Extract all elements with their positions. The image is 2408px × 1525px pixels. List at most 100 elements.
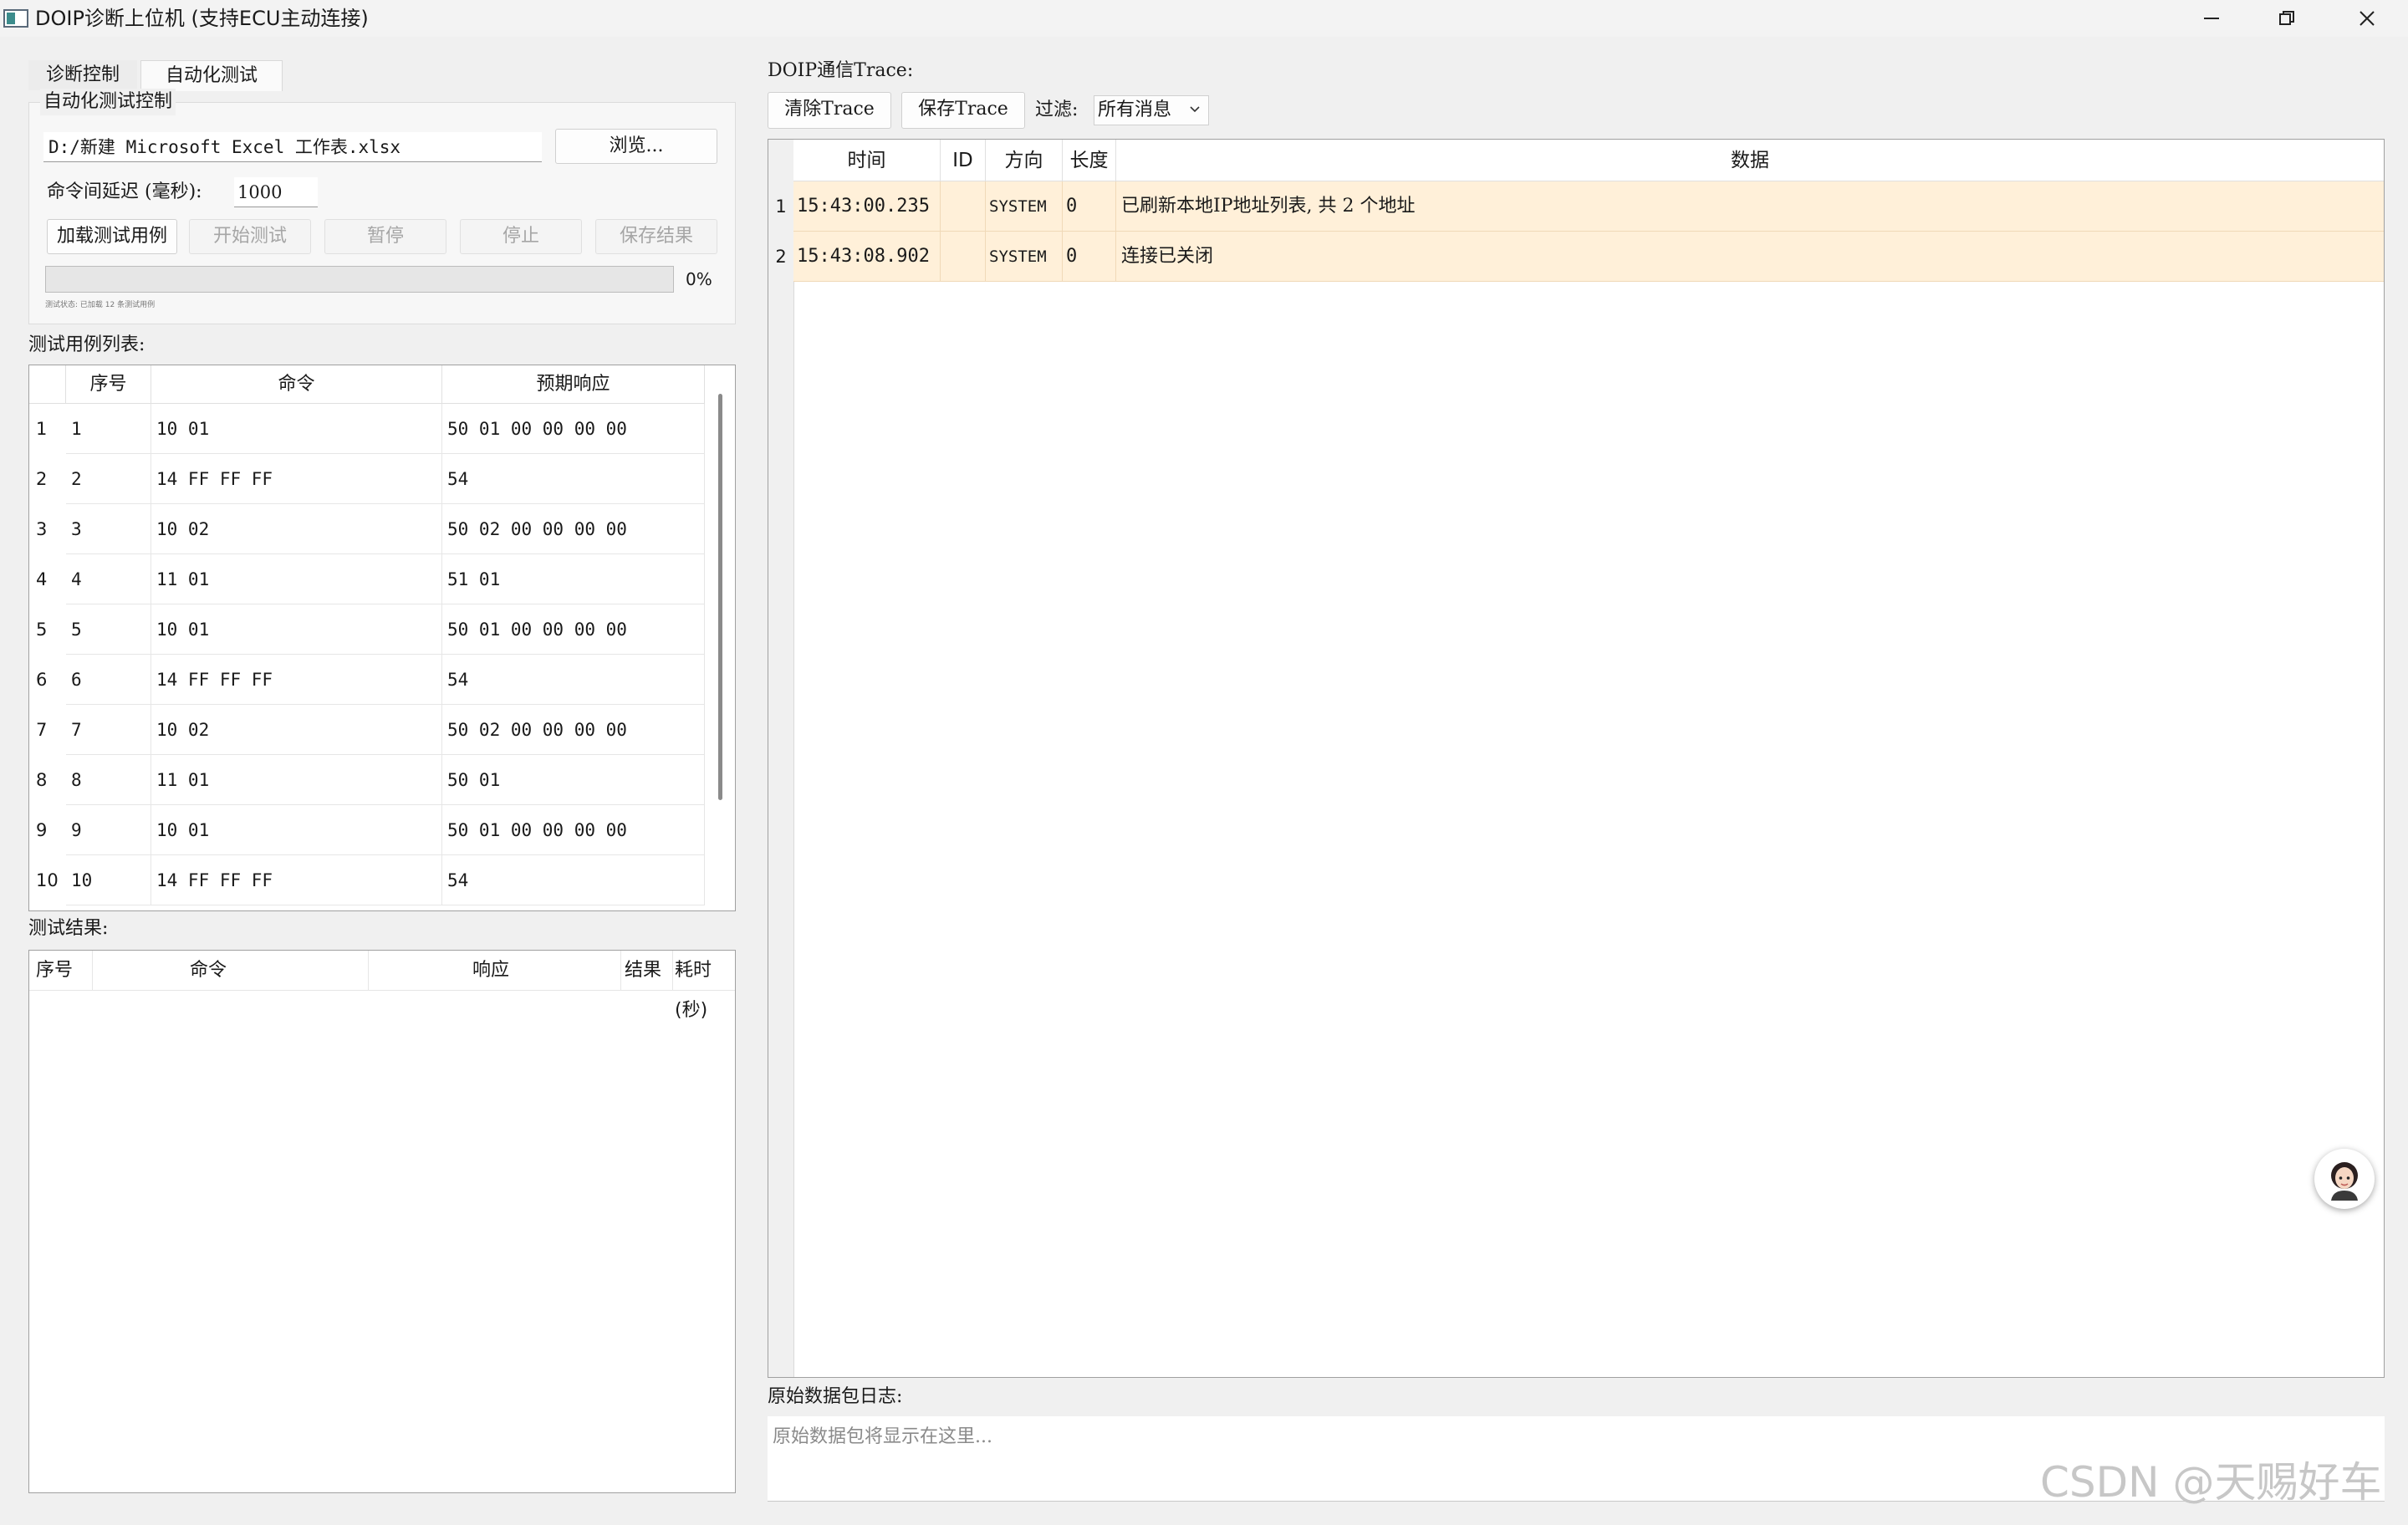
title-bar: DOIP诊断上位机 (支持ECU主动连接)	[0, 0, 2408, 37]
result-header-response[interactable]: 响应	[369, 951, 621, 991]
trace-data: 已刷新本地IP地址列表, 共 2 个地址	[1116, 181, 2384, 232]
restore-button[interactable]	[2249, 0, 2324, 37]
trace-direction: SYSTEM	[986, 181, 1063, 232]
browse-button[interactable]: 浏览...	[555, 129, 717, 164]
table-row[interactable]: 9 9 10 01 50 01 00 00 00 00	[29, 805, 705, 855]
filter-select[interactable]: 所有消息	[1094, 95, 1209, 125]
trace-header-time[interactable]: 时间	[793, 140, 941, 181]
case-command: 10 02	[151, 705, 442, 755]
load-test-cases-button[interactable]: 加载测试用例	[47, 219, 177, 254]
case-expected-response: 50 01 00 00 00 00	[442, 404, 705, 454]
avatar-icon	[2331, 1162, 2358, 1201]
result-header-command[interactable]: 命令	[93, 951, 369, 991]
case-expected-response: 50 01	[442, 755, 705, 805]
save-results-button[interactable]: 保存结果	[595, 219, 717, 254]
table-row[interactable]: 7 7 10 02 50 02 00 00 00 00	[29, 705, 705, 755]
chevron-down-icon	[1190, 106, 1200, 113]
case-seq: 9	[66, 805, 151, 855]
table-row[interactable]: 8 8 11 01 50 01	[29, 755, 705, 805]
case-table-label: 测试用例列表:	[28, 334, 145, 355]
result-header-result[interactable]: 结果	[621, 951, 673, 991]
minimize-button[interactable]	[2174, 0, 2249, 37]
case-seq: 2	[66, 454, 151, 504]
trace-time: 15:43:08.902	[793, 232, 941, 282]
trace-header-length[interactable]: 长度	[1063, 140, 1116, 181]
case-expected-response: 54	[442, 655, 705, 705]
trace-id	[941, 232, 986, 282]
delay-input[interactable]: 1000	[234, 177, 318, 207]
restore-icon	[2279, 11, 2294, 25]
case-seq: 8	[66, 755, 151, 805]
trace-header-id[interactable]: ID	[941, 140, 986, 181]
table-row[interactable]: 5 5 10 01 50 01 00 00 00 00	[29, 604, 705, 655]
row-number: 8	[29, 755, 66, 805]
test-case-table[interactable]: 序号 命令 预期响应 1 1 10 01 50 01 00 00 00 00 2 2 14 …	[28, 365, 736, 911]
save-trace-button[interactable]: 保存Trace	[901, 92, 1025, 129]
test-status-text: 测试状态: 已加载 12 条测试用例	[45, 301, 156, 309]
case-command: 14 FF FF FF	[151, 655, 442, 705]
row-number: 9	[29, 805, 66, 855]
case-header-command[interactable]: 命令	[151, 365, 442, 404]
window-title: DOIP诊断上位机 (支持ECU主动连接)	[35, 7, 369, 30]
progress-text: 0%	[686, 269, 712, 289]
table-row[interactable]: 2 2 14 FF FF FF 54	[29, 454, 705, 504]
result-header-duration[interactable]: 耗时(秒)	[673, 951, 735, 1021]
filter-value: 所有消息	[1098, 99, 1172, 120]
clear-trace-button[interactable]: 清除Trace	[768, 92, 891, 129]
close-icon	[2360, 11, 2375, 26]
trace-length: 0	[1063, 181, 1116, 232]
table-row[interactable]: 10 10 14 FF FF FF 54	[29, 855, 705, 905]
table-row[interactable]: 1 1 10 01 50 01 00 00 00 00	[29, 404, 705, 454]
case-expected-response: 50 02 00 00 00 00	[442, 705, 705, 755]
trace-table[interactable]: 时间 ID 方向 长度 数据 1 15:43:00.235 SYSTEM 0 已刷新本地…	[768, 139, 2385, 1378]
case-command: 10 01	[151, 404, 442, 454]
table-row[interactable]: 6 6 14 FF FF FF 54	[29, 655, 705, 705]
case-seq: 1	[66, 404, 151, 454]
case-seq: 6	[66, 655, 151, 705]
delay-label: 命令间延迟 (毫秒):	[47, 181, 202, 202]
case-expected-response: 54	[442, 454, 705, 504]
table-row[interactable]: 4 4 11 01 51 01	[29, 554, 705, 604]
result-table-label: 测试结果:	[28, 918, 109, 939]
case-header-expected[interactable]: 预期响应	[442, 365, 705, 404]
progress-bar	[45, 266, 674, 293]
case-seq: 4	[66, 554, 151, 604]
pause-button[interactable]: 暂停	[324, 219, 446, 254]
case-header-seq[interactable]: 序号	[66, 365, 151, 404]
start-test-button[interactable]: 开始测试	[189, 219, 311, 254]
case-command: 10 01	[151, 805, 442, 855]
trace-header-data[interactable]: 数据	[1116, 140, 2384, 181]
trace-time: 15:43:00.235	[793, 181, 941, 232]
result-header-seq[interactable]: 序号	[29, 951, 93, 991]
raw-log-placeholder: 原始数据包将显示在这里...	[773, 1426, 992, 1447]
table-row[interactable]: 3 3 10 02 50 02 00 00 00 00	[29, 504, 705, 554]
minimize-icon	[2204, 18, 2219, 19]
close-button[interactable]	[2329, 0, 2405, 37]
case-scrollbar-thumb[interactable]	[718, 394, 722, 800]
file-path-input[interactable]: D:/新建 Microsoft Excel 工作表.xlsx	[43, 132, 542, 162]
case-command: 10 02	[151, 504, 442, 554]
row-number: 10	[29, 855, 66, 905]
tab-automation-test[interactable]: 自动化测试	[140, 60, 283, 91]
stop-button[interactable]: 停止	[460, 219, 582, 254]
case-expected-response: 51 01	[442, 554, 705, 604]
case-command: 14 FF FF FF	[151, 454, 442, 504]
row-number: 1	[29, 404, 66, 454]
tab-diagnostic-control[interactable]: 诊断控制	[28, 60, 137, 90]
trace-length: 0	[1063, 232, 1116, 282]
trace-direction: SYSTEM	[986, 232, 1063, 282]
trace-header-direction[interactable]: 方向	[986, 140, 1063, 181]
case-expected-response: 54	[442, 855, 705, 905]
filter-label: 过滤:	[1035, 99, 1079, 120]
case-expected-response: 50 02 00 00 00 00	[442, 504, 705, 554]
case-command: 11 01	[151, 554, 442, 604]
trace-row[interactable]: 1 15:43:00.235 SYSTEM 0 已刷新本地IP地址列表, 共 2 个地址	[768, 181, 2384, 232]
case-seq: 10	[66, 855, 151, 905]
case-seq: 3	[66, 504, 151, 554]
trace-row-number: 2	[768, 232, 793, 282]
row-number: 3	[29, 504, 66, 554]
assistant-avatar-button[interactable]	[2314, 1149, 2375, 1209]
test-result-table[interactable]: 序号 命令 响应 结果 耗时(秒)	[28, 950, 736, 1493]
group-title: 自动化测试控制	[40, 89, 176, 115]
trace-row[interactable]: 2 15:43:08.902 SYSTEM 0 连接已关闭	[768, 232, 2384, 282]
